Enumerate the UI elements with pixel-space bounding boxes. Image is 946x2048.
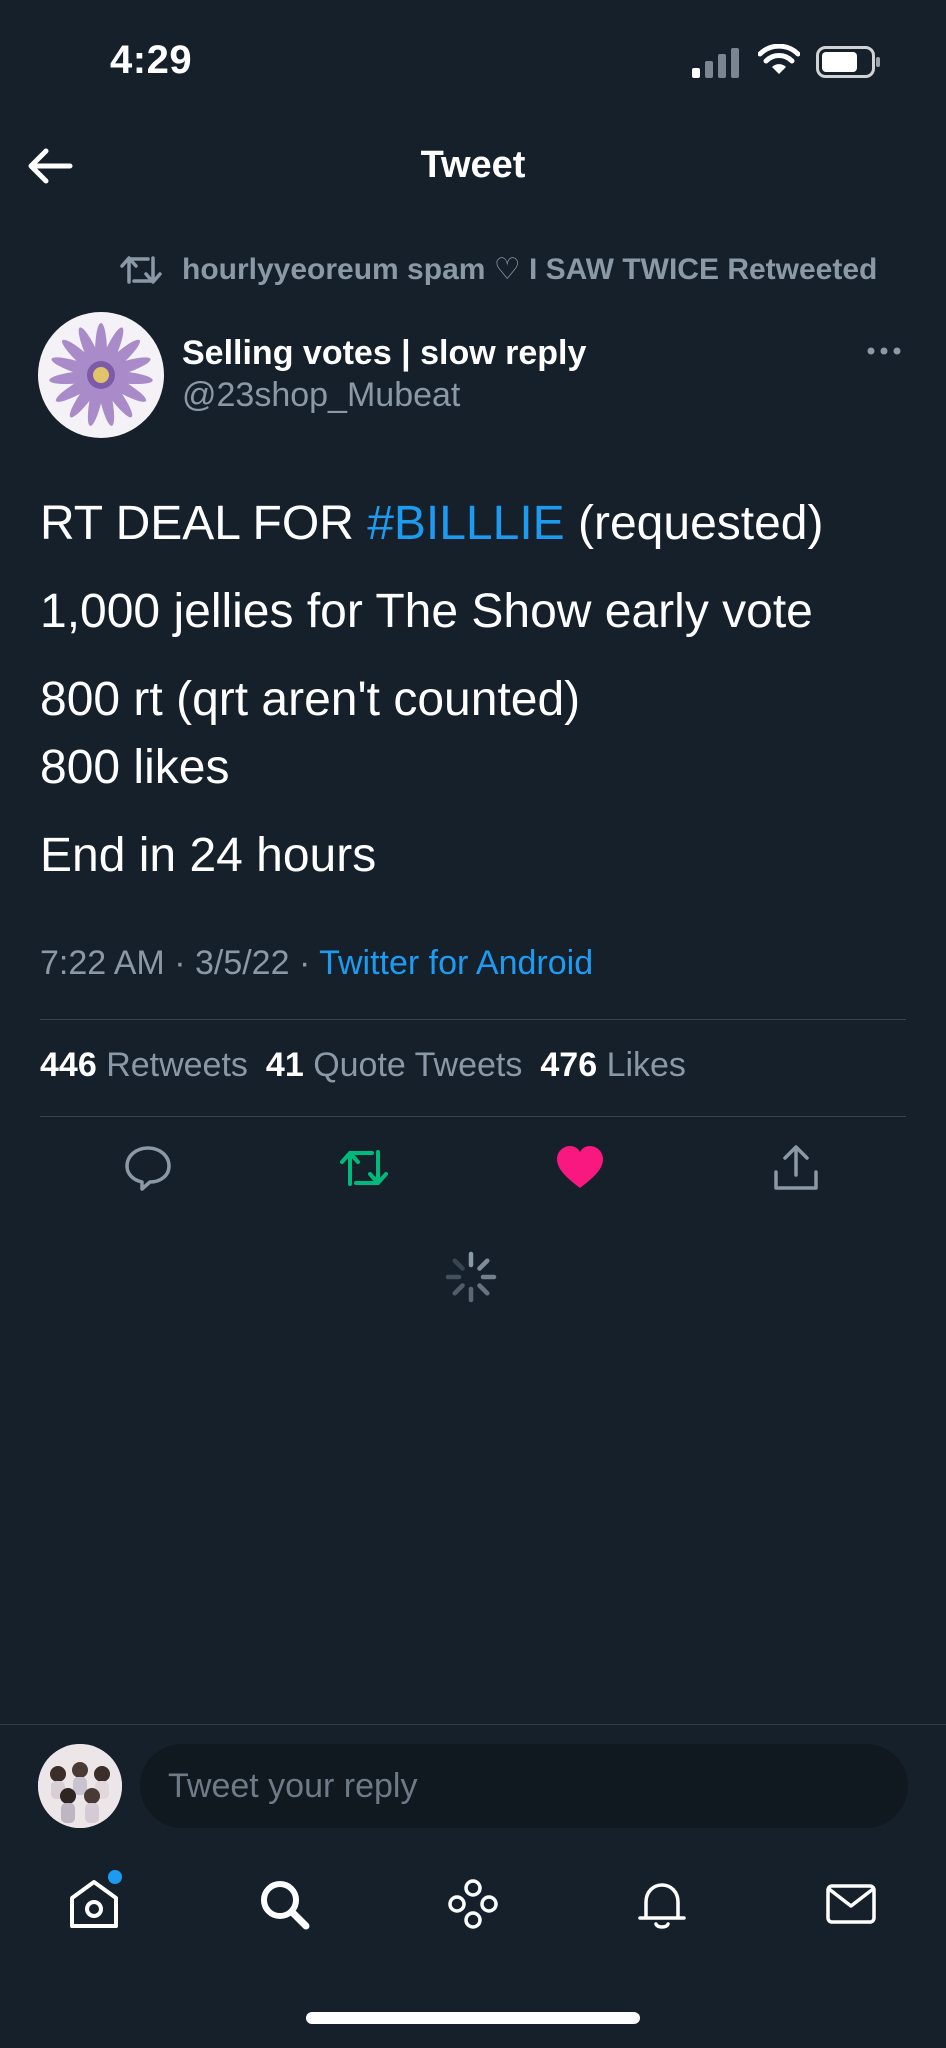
divider bbox=[40, 1019, 906, 1020]
likes-stat[interactable]: 476 Likes bbox=[540, 1046, 686, 1084]
tweet-line-1-prefix: RT DEAL FOR bbox=[40, 497, 368, 550]
bell-icon[interactable] bbox=[634, 1876, 690, 1932]
home-indicator[interactable] bbox=[306, 2012, 640, 2024]
retweet-small-icon bbox=[120, 256, 162, 284]
author-handle[interactable]: @23shop_Mubeat bbox=[182, 376, 460, 415]
retweets-count: 446 bbox=[40, 1046, 97, 1084]
likes-count: 476 bbox=[540, 1046, 598, 1084]
status-time: 4:29 bbox=[110, 38, 193, 82]
author-avatar[interactable] bbox=[38, 312, 164, 438]
cellular-signal-icon bbox=[692, 48, 739, 78]
group-photo-avatar-image bbox=[38, 1744, 122, 1828]
divider bbox=[40, 1116, 906, 1117]
battery-icon bbox=[816, 46, 880, 78]
tweet-line-1: RT DEAL FOR #BILLLIE (requested) bbox=[40, 490, 920, 558]
author-display-name[interactable]: Selling votes | slow reply bbox=[182, 334, 586, 373]
spaces-icon[interactable] bbox=[445, 1876, 501, 1932]
page-title: Tweet bbox=[420, 144, 526, 186]
more-options-icon[interactable] bbox=[866, 336, 902, 366]
share-icon[interactable] bbox=[770, 1142, 822, 1194]
meta-separator: · bbox=[164, 944, 195, 982]
tweet-line-2: 1,000 jellies for The Show early vote bbox=[40, 585, 813, 638]
home-notification-dot bbox=[108, 1870, 122, 1884]
reply-bar-divider bbox=[0, 1724, 946, 1725]
tweet-text: RT DEAL FOR #BILLLIE (requested) 1,000 j… bbox=[40, 490, 920, 890]
flower-avatar-image bbox=[49, 323, 153, 426]
tweet-line-1-suffix: (requested) bbox=[564, 497, 824, 550]
reply-input[interactable] bbox=[140, 1744, 908, 1828]
tweet-line-4: 800 likes bbox=[40, 741, 230, 794]
tweet-line-5: End in 24 hours bbox=[40, 829, 377, 882]
retweets-label: Retweets bbox=[106, 1046, 248, 1084]
tweet-timestamp: 7:22 AM · 3/5/22 · Twitter for Android bbox=[40, 944, 593, 983]
tweet-source-link[interactable]: Twitter for Android bbox=[319, 944, 593, 982]
quotes-label: Quote Tweets bbox=[313, 1046, 523, 1084]
reply-icon[interactable] bbox=[122, 1142, 174, 1194]
tweet-date: 3/5/22 bbox=[194, 944, 290, 982]
retweets-stat[interactable]: 446 Retweets bbox=[40, 1046, 248, 1084]
home-icon[interactable] bbox=[66, 1876, 122, 1932]
user-avatar[interactable] bbox=[38, 1744, 122, 1828]
meta-separator-2: · bbox=[289, 944, 320, 982]
quotes-count: 41 bbox=[265, 1046, 304, 1084]
search-icon[interactable] bbox=[256, 1876, 312, 1932]
tweet-stats: 446 Retweets 41 Quote Tweets 476 Likes bbox=[40, 1046, 686, 1085]
loading-spinner-icon bbox=[445, 1251, 497, 1303]
mail-icon[interactable] bbox=[823, 1876, 879, 1932]
tweet-line-3: 800 rt (qrt aren't counted) bbox=[40, 673, 581, 726]
hashtag-link[interactable]: #BILLLIE bbox=[367, 497, 564, 550]
heart-icon[interactable] bbox=[554, 1142, 606, 1194]
quote-tweets-stat[interactable]: 41 Quote Tweets bbox=[266, 1046, 522, 1084]
retweet-icon[interactable] bbox=[338, 1142, 390, 1194]
wifi-icon bbox=[758, 44, 800, 74]
tweet-time: 7:22 AM bbox=[40, 944, 165, 982]
likes-label: Likes bbox=[606, 1046, 686, 1084]
retweeted-by-label[interactable]: hourlyyeoreum spam ♡ I SAW TWICE Retweet… bbox=[182, 252, 877, 287]
